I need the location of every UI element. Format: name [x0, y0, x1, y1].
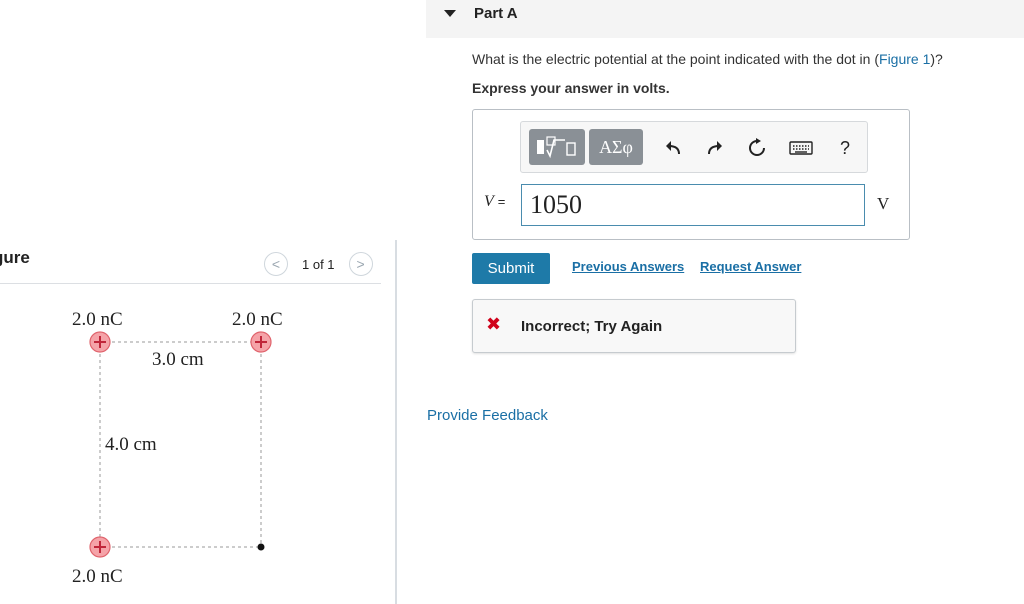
- greek-letters-label: ΑΣφ: [599, 136, 633, 157]
- redo-button[interactable]: [703, 136, 727, 160]
- vertical-dimension-label: 4.0 cm: [105, 434, 157, 455]
- charge-label-top-right: 2.0 nC: [232, 309, 283, 330]
- pane-divider: [395, 240, 397, 604]
- next-figure-button[interactable]: >: [348, 252, 373, 276]
- figure-title: gure: [0, 248, 30, 267]
- figure-link[interactable]: Figure 1: [879, 51, 930, 67]
- provide-feedback-link[interactable]: Provide Feedback: [427, 407, 548, 424]
- chevron-left-icon: <: [271, 256, 281, 272]
- previous-figure-button[interactable]: <: [264, 252, 288, 276]
- keyboard-button[interactable]: [787, 136, 815, 160]
- horizontal-dimension-label: 3.0 cm: [152, 349, 204, 370]
- part-title: Part A: [474, 5, 518, 22]
- answer-input[interactable]: [521, 184, 865, 226]
- answer-instruction: Express your answer in volts.: [472, 80, 670, 96]
- help-icon: ?: [839, 137, 850, 158]
- charge-bottom-left: [89, 536, 111, 558]
- charge-diagram: 2.0 nC 2.0 nC 2.0 nC 3.0 cm 4.0 cm: [72, 309, 283, 587]
- undo-icon: [666, 141, 680, 155]
- greek-symbols-button[interactable]: ΑΣφ: [589, 129, 643, 165]
- charge-label-top-left: 2.0 nC: [72, 309, 123, 330]
- keyboard-icon: [789, 141, 813, 155]
- collapse-caret-icon[interactable]: [444, 10, 456, 17]
- math-toolbar: ΑΣφ ?: [520, 121, 868, 173]
- chevron-right-icon: >: [356, 256, 365, 272]
- pager-count: 1 of 1: [302, 256, 335, 272]
- template-icon: [537, 136, 576, 159]
- unit-label: V: [877, 194, 890, 213]
- figure-pager: < 1 of 1 >: [264, 251, 373, 277]
- template-button[interactable]: [529, 129, 585, 165]
- redo-icon: [708, 141, 722, 155]
- variable-label: V =: [484, 193, 506, 210]
- measurement-point-dot: [257, 543, 265, 551]
- charge-top-right: [250, 331, 272, 353]
- undo-button[interactable]: [661, 136, 685, 160]
- reset-button[interactable]: [745, 136, 769, 160]
- previous-answers-link[interactable]: Previous Answers: [572, 259, 684, 274]
- submit-button[interactable]: Submit: [472, 253, 550, 284]
- figure-divider: [0, 283, 381, 284]
- feedback-message: Incorrect; Try Again: [521, 318, 663, 335]
- help-button[interactable]: ?: [833, 136, 857, 160]
- incorrect-x-icon: ✖: [486, 314, 502, 334]
- charge-top-left: [89, 331, 111, 353]
- figure-panel: gure < 1 of 1 > 2.0 nC 2.0 nC 2.0 nC 3.0…: [0, 0, 396, 604]
- request-answer-link[interactable]: Request Answer: [700, 259, 801, 274]
- question-text: What is the electric potential at the po…: [472, 51, 943, 67]
- charge-label-bottom-left: 2.0 nC: [72, 566, 123, 587]
- reset-icon: [749, 138, 765, 156]
